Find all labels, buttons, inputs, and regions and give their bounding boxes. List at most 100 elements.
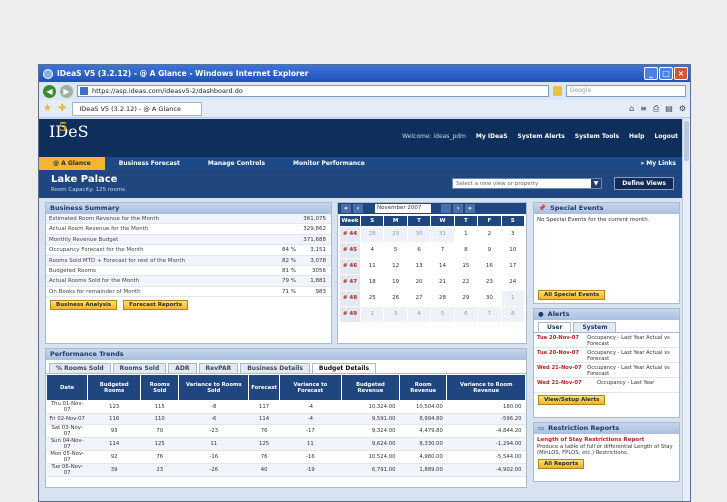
calendar-day[interactable]: 29 <box>454 291 478 306</box>
lock-icon[interactable] <box>553 86 562 96</box>
calendar-week-number[interactable]: # 49 <box>340 307 360 322</box>
column-header[interactable]: Variance to Room Revenue <box>446 374 526 401</box>
month-select[interactable]: November 2007 <box>375 204 431 213</box>
calendar-day[interactable]: 7 <box>431 243 454 258</box>
calendar-day[interactable]: 23 <box>478 275 501 290</box>
column-header[interactable]: Rooms Sold <box>140 374 180 401</box>
tab-rooms-sold[interactable]: % Rooms Sold <box>49 363 111 373</box>
column-header[interactable]: Forecast <box>248 374 280 401</box>
prev-month-icon[interactable]: ‹ <box>353 204 363 213</box>
column-header[interactable]: Room Revenue <box>398 374 448 401</box>
print-icon[interactable]: ⎙ <box>653 104 659 114</box>
calendar-day[interactable]: 2 <box>361 307 384 322</box>
url-field[interactable]: https://asp.ideas.com/ideasv5-2/dashboar… <box>77 85 549 97</box>
alert-row[interactable]: Tue 20-Nov-07 Occupancy - Last Year Actua… <box>534 333 679 348</box>
next-month-icon[interactable]: › <box>453 204 463 213</box>
link-help[interactable]: Help <box>629 133 644 140</box>
calendar-day[interactable]: 14 <box>431 259 454 274</box>
add-favorites-icon[interactable]: ✚ <box>58 103 66 114</box>
calendar-day[interactable]: 20 <box>407 275 431 290</box>
calendar-day[interactable]: 10 <box>501 243 524 258</box>
calendar-day[interactable]: 25 <box>361 291 384 306</box>
page-scrollbar[interactable] <box>682 119 690 501</box>
calendar-day[interactable]: 19 <box>384 275 407 290</box>
favorites-star-icon[interactable]: ★ <box>43 103 52 114</box>
calendar-day[interactable]: 3 <box>384 307 407 322</box>
calendar-day[interactable]: 27 <box>407 291 431 306</box>
chevron-down-icon[interactable]: ▼ <box>591 179 601 188</box>
calendar-day[interactable]: 4 <box>361 243 384 258</box>
link-system-alerts[interactable]: System Alerts <box>518 133 565 140</box>
calendar-day[interactable]: 1 <box>454 227 478 242</box>
calendar-day[interactable]: 21 <box>431 275 454 290</box>
prev-year-icon[interactable]: « <box>341 204 351 213</box>
tab-system[interactable]: System <box>573 322 617 332</box>
calendar-day[interactable]: 3 <box>501 227 524 242</box>
tools-icon[interactable]: ⚙ <box>679 104 686 114</box>
browser-tab[interactable]: IDeaS V5 (3.2.12) - @ A Glance <box>72 101 203 116</box>
calendar-day[interactable]: 22 <box>454 275 478 290</box>
calendar-day[interactable]: 11 <box>361 259 384 274</box>
calendar-day[interactable]: 4 <box>407 307 431 322</box>
tab-rooms-sold[interactable]: Rooms Sold <box>112 363 167 373</box>
tab-business-forecast[interactable]: Business Forecast <box>105 157 194 170</box>
column-header[interactable]: Variance to Forecast <box>278 374 342 401</box>
define-views-button[interactable]: Define Views <box>614 177 674 190</box>
month-go-icon[interactable] <box>441 204 451 213</box>
all-reports-button[interactable]: All Reports <box>538 459 585 469</box>
calendar-day[interactable]: 13 <box>407 259 431 274</box>
calendar-day[interactable]: 26 <box>384 291 407 306</box>
forecast-reports-button[interactable]: Forecast Reports <box>123 300 189 311</box>
feeds-icon[interactable]: ≡ <box>640 104 647 114</box>
calendar-day[interactable]: 1 <box>501 291 524 306</box>
tab-adr[interactable]: ADR <box>168 363 197 373</box>
calendar-day[interactable]: 31 <box>431 227 454 242</box>
calendar-day[interactable]: 15 <box>454 259 478 274</box>
close-button[interactable]: × <box>674 67 688 80</box>
home-icon[interactable]: ⌂ <box>629 104 634 114</box>
tab-revpar[interactable]: RevPAR <box>198 363 239 373</box>
alert-row[interactable]: Wed 21-Nov-07 Occupancy - Last Year <box>534 378 679 393</box>
calendar-day[interactable]: 24 <box>501 275 524 290</box>
calendar-day[interactable]: 28 <box>431 291 454 306</box>
calendar-day[interactable]: 5 <box>431 307 454 322</box>
calendar-week-number[interactable]: # 44 <box>340 227 360 242</box>
link-my-ideas[interactable]: My IDeaS <box>476 133 508 140</box>
calendar-day[interactable]: 9 <box>478 243 501 258</box>
calendar-week-number[interactable]: # 47 <box>340 275 360 290</box>
view-select[interactable]: Select a new view or property ▼ <box>452 178 602 189</box>
calendar-day[interactable]: 2 <box>478 227 501 242</box>
calendar-day[interactable]: 8 <box>454 243 478 258</box>
calendar-week-number[interactable]: # 48 <box>340 291 360 306</box>
calendar-day[interactable]: 30 <box>478 291 501 306</box>
calendar-day[interactable]: 16 <box>478 259 501 274</box>
all-special-events-button[interactable]: All Special Events <box>538 290 606 300</box>
alert-row[interactable]: Wed 21-Nov-07 Occupancy - Last Year Actua… <box>534 363 679 378</box>
calendar-day[interactable]: 7 <box>478 307 501 322</box>
column-header[interactable]: Date <box>45 374 89 401</box>
report-title-link[interactable]: Length of Stay Restrictions Report <box>534 434 679 444</box>
calendar-day[interactable]: 5 <box>384 243 407 258</box>
calendar-week-number[interactable]: # 46 <box>340 259 360 274</box>
next-year-icon[interactable]: » <box>465 204 475 213</box>
tab-business-details[interactable]: Business Details <box>240 363 310 373</box>
page-icon[interactable]: ▤ <box>665 104 673 114</box>
calendar-week-number[interactable]: # 45 <box>340 243 360 258</box>
calendar-day[interactable]: 6 <box>407 243 431 258</box>
calendar-day[interactable]: 6 <box>454 307 478 322</box>
calendar-day[interactable]: 29 <box>384 227 407 242</box>
column-header[interactable]: Budgeted Rooms <box>87 374 142 401</box>
alert-row[interactable]: Tue 20-Nov-07 Occupancy - Last Year Actua… <box>534 348 679 363</box>
tab-budget-details[interactable]: Budget Details <box>311 363 377 373</box>
link-logout[interactable]: Logout <box>654 133 678 140</box>
column-header[interactable]: Variance to Rooms Sold <box>178 374 250 401</box>
tab-monitor-performance[interactable]: Monitor Performance <box>279 157 379 170</box>
calendar-day[interactable]: 18 <box>361 275 384 290</box>
search-input[interactable]: Google <box>566 85 686 97</box>
minimize-button[interactable]: _ <box>644 67 658 80</box>
calendar-day[interactable]: 30 <box>407 227 431 242</box>
calendar-day[interactable]: 12 <box>384 259 407 274</box>
maximize-button[interactable]: □ <box>659 67 673 80</box>
view-setup-alerts-button[interactable]: View/Setup Alerts <box>538 395 606 405</box>
calendar-day[interactable]: 28 <box>361 227 384 242</box>
